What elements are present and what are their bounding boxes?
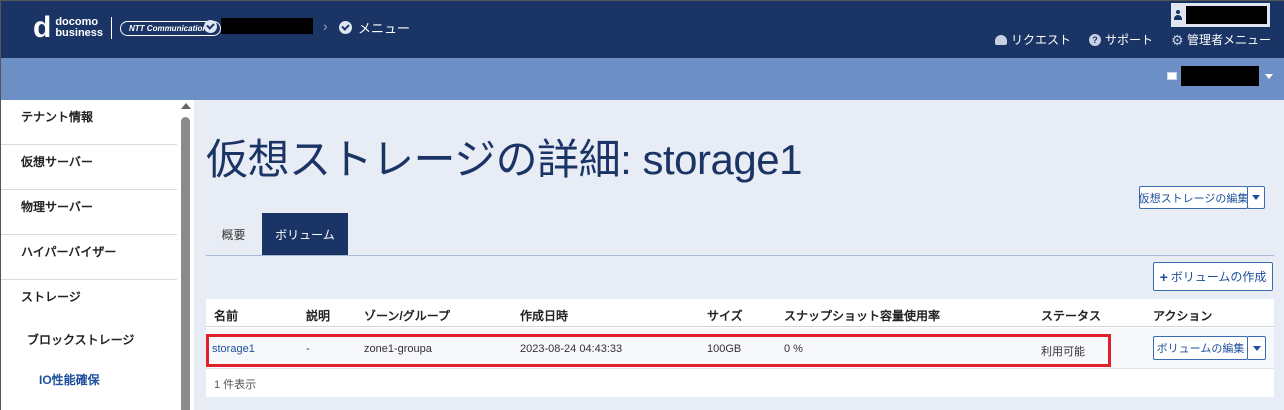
check-circle-icon [204,19,217,33]
tab-divider [206,255,1274,256]
tenant-icon [1167,72,1177,80]
gear-icon: ⚙ [1170,31,1184,48]
edit-volume-button[interactable]: ボリュームの編集 [1153,336,1248,360]
sidebar: テナント情報 仮想サーバー 物理サーバー ハイパーバイザー ストレージ ブロック… [1,100,194,410]
header-links: リクエスト ? サポート ⚙ 管理者メニュー [977,31,1271,48]
col-status[interactable]: ステータス [1041,307,1101,324]
sidebar-item-label: ストレージ [21,290,81,304]
top-header: d docomo business NTT Communications › メ… [1,1,1284,58]
sidebar-item-tenant-info[interactable]: テナント情報 [1,100,177,145]
redacted-tenant-selector [1181,66,1259,86]
logo-text: docomo business [55,17,103,39]
chevron-right-icon: › [323,18,328,34]
user-account[interactable] [1171,3,1270,27]
caret-down-icon [1252,195,1260,200]
chevron-down-icon [1265,73,1273,79]
sidebar-item-label: 仮想サーバー [21,155,93,169]
create-volume-label: ボリュームの作成 [1170,270,1267,284]
logo-line2: business [55,27,104,39]
breadcrumb-menu-label: メニュー [358,21,411,36]
tab-volume[interactable]: ボリューム [262,213,348,255]
sidebar-item-block-storage[interactable]: ブロックストレージ [27,331,134,348]
help-icon: ? [1088,33,1101,46]
logo-separator [111,17,113,39]
breadcrumb-tenant[interactable]: › [204,18,328,34]
tab-volume-label: ボリューム [275,227,335,242]
edit-volume-label: ボリュームの編集 [1156,343,1245,355]
sidebar-item-storage[interactable]: ストレージ [1,280,177,325]
tab-overview[interactable]: 概要 [206,213,261,255]
sidebar-item-virtual-server[interactable]: 仮想サーバー [1,145,177,190]
col-action: アクション [1153,309,1213,323]
caret-down-icon [1252,345,1261,351]
tenant-selector[interactable] [1167,66,1273,86]
sidebar-scrollbar[interactable] [177,100,194,410]
col-zone[interactable]: ゾーン/グループ [364,307,450,324]
request-link[interactable]: リクエスト [994,31,1071,48]
breadcrumb-menu[interactable]: メニュー [339,18,410,37]
table-header: 名前 説明 ゾーン/グループ 作成日時 サイズ スナップショット容量使用率 ステ… [206,299,1274,327]
col-description[interactable]: 説明 [306,307,330,324]
create-volume-button[interactable]: + ボリュームの作成 [1153,262,1273,291]
sidebar-item-label: 物理サーバー [21,200,93,214]
edit-storage-dropdown[interactable] [1247,186,1265,209]
support-link-label: サポート [1104,33,1153,47]
edit-storage-button[interactable]: 仮想ストレージの編集 [1139,186,1248,209]
redacted-tenant-name [221,18,313,34]
request-link-label: リクエスト [1010,33,1071,47]
docomo-business-logo[interactable]: d docomo business NTT Communications [33,13,221,43]
edit-volume-dropdown[interactable] [1247,336,1266,360]
sidebar-item-label: テナント情報 [21,110,94,124]
col-snapshot-usage[interactable]: スナップショット容量使用率 [784,307,940,324]
redacted-user-name [1185,6,1267,24]
row-divider [206,368,1274,369]
admin-menu-link[interactable]: ⚙ 管理者メニュー [1171,31,1271,48]
scrollbar-thumb[interactable] [181,117,190,410]
row-highlight-annotation [206,334,1111,367]
admin-menu-label: 管理者メニュー [1186,33,1271,47]
logo-mark: d [33,11,52,44]
col-name[interactable]: 名前 [214,307,238,324]
tenant-bar [1,58,1284,100]
edit-storage-label: 仮想ストレージの編集 [1138,192,1249,205]
user-icon [1174,10,1182,20]
bell-icon [994,34,1007,45]
check-circle-icon [339,21,352,34]
plus-icon: + [1159,268,1168,285]
sidebar-item-physical-server[interactable]: 物理サーバー [1,190,177,235]
sidebar-item-label: ハイパーバイザー [21,245,117,259]
scroll-up-icon[interactable] [181,103,191,109]
tab-overview-label: 概要 [221,227,246,242]
sidebar-item-io-performance[interactable]: IO性能確保 [39,371,100,388]
support-link[interactable]: ? サポート [1088,31,1153,48]
col-created[interactable]: 作成日時 [520,307,568,324]
sidebar-item-hypervisor[interactable]: ハイパーバイザー [1,235,177,280]
page-title: 仮想ストレージの詳細: storage1 [206,136,802,183]
col-size[interactable]: サイズ [707,307,743,324]
table-footer-count: 1 件表示 [214,379,257,391]
